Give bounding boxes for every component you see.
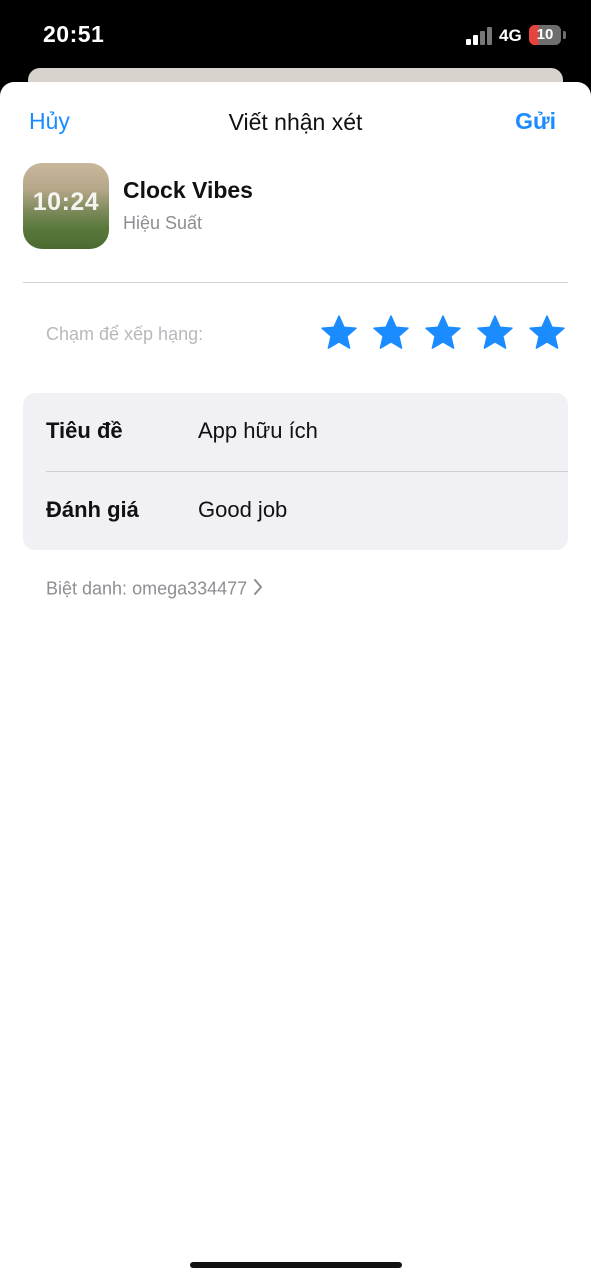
star-icon[interactable]: [320, 314, 358, 352]
send-button[interactable]: Gửi: [515, 108, 556, 135]
review-label: Đánh giá: [46, 497, 139, 522]
home-indicator: [190, 1262, 402, 1268]
title-row[interactable]: Tiêu đề App hữu ích: [23, 393, 568, 472]
status-bar: 20:51 4G 10: [0, 0, 591, 70]
star-icon[interactable]: [476, 314, 514, 352]
page-title: Viết nhận xét: [228, 109, 363, 135]
app-icon-time: 10:24: [32, 188, 100, 216]
write-review-sheet: Viết nhận xét Hủy Gửi 10:24 Clock Vibes …: [0, 82, 591, 1280]
nickname-text: Biệt danh: omega334477: [46, 578, 248, 599]
app-name: Clock Vibes: [123, 177, 253, 203]
divider: [23, 282, 568, 283]
status-time: 20:51: [43, 21, 105, 47]
star-icon[interactable]: [424, 314, 462, 352]
title-label: Tiêu đề: [46, 418, 123, 443]
nickname-link[interactable]: Biệt danh: omega334477: [46, 578, 263, 601]
review-field[interactable]: Good job: [198, 497, 287, 523]
star-icon[interactable]: [528, 314, 566, 352]
app-category: Hiệu Suất: [123, 213, 203, 233]
rating-prompt: Chạm để xếp hạng:: [46, 324, 204, 344]
review-form: Tiêu đề App hữu ích Đánh giá Good job: [23, 393, 568, 550]
network-type: 4G: [499, 26, 522, 45]
signal-icon: [466, 27, 492, 45]
title-field[interactable]: App hữu ích: [198, 418, 318, 444]
chevron-right-icon: [253, 578, 263, 601]
battery-cap: [563, 31, 566, 39]
review-row[interactable]: Đánh giá Good job: [23, 472, 568, 550]
battery-icon: 10: [529, 25, 561, 45]
cancel-button[interactable]: Hủy: [29, 108, 70, 135]
app-icon: 10:24: [23, 163, 109, 249]
star-icon[interactable]: [372, 314, 410, 352]
battery-level: 10: [536, 26, 554, 43]
